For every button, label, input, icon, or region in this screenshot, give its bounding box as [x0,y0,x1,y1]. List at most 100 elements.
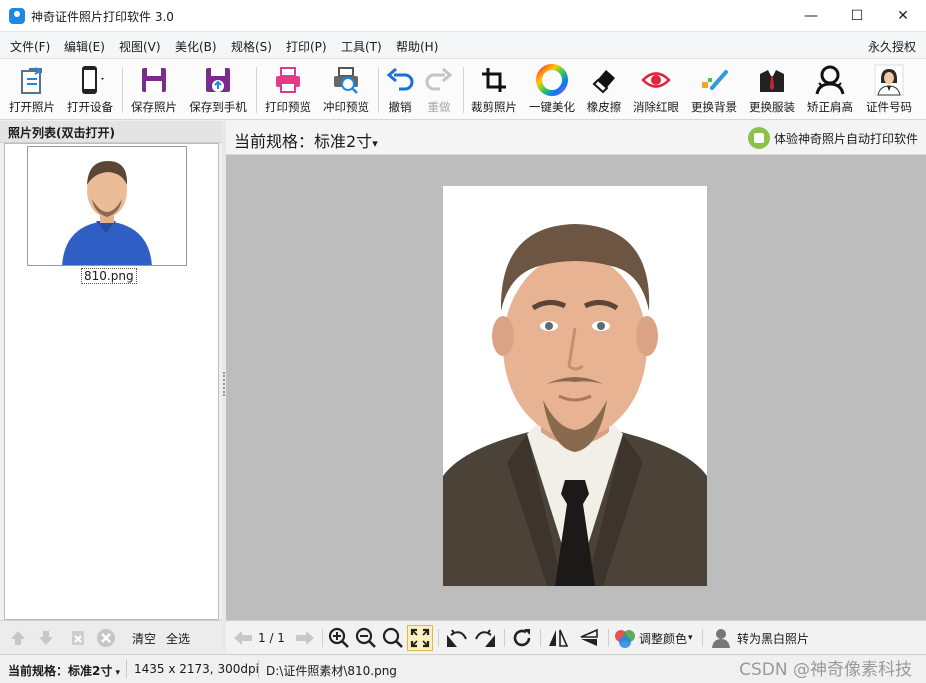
maximize-button[interactable]: ☐ [834,0,880,31]
menu-view[interactable]: 视图(V) [119,38,161,55]
print-preview-button[interactable]: 打印预览 [262,63,314,117]
photo-thumbnail[interactable] [27,146,187,266]
develop-preview-label: 冲印预览 [323,100,369,114]
open-device-label: 打开设备 [67,100,113,114]
remove-redeye-button[interactable]: 消除红眼 [630,63,682,117]
photo-list[interactable]: 810.png [4,143,219,620]
convert-to-bw-button[interactable]: 转为黑白照片 [710,627,809,649]
adjust-color-button[interactable]: 调整颜色 ▾ [614,627,693,649]
arrow-left-icon [234,631,252,645]
close-button[interactable]: ✕ [880,0,926,31]
open-device-button[interactable]: 打开设备 [64,63,116,117]
remove-circle-icon[interactable] [96,628,116,648]
title-bar: 神奇证件照片打印软件 3.0 — ☐ ✕ [0,0,926,32]
open-photo-icon [15,63,49,97]
print-preview-label: 打印预览 [265,100,311,114]
change-clothes-label: 更换服装 [749,100,795,114]
promo-link[interactable]: 体验神奇照片自动打印软件 [747,127,918,149]
menu-spec[interactable]: 规格(S) [231,38,272,55]
status-separator [258,660,259,678]
save-photo-button[interactable]: 保存照片 [128,63,180,117]
move-up-icon[interactable] [8,628,28,648]
flip-horizontal-button[interactable] [546,627,570,649]
next-page-button[interactable] [294,627,316,649]
toolbar-separator [540,629,541,647]
one-click-beautify-button[interactable]: 一键美化 [526,63,578,117]
photo-canvas[interactable] [226,155,926,620]
eraser-label: 橡皮擦 [586,100,622,114]
develop-preview-button[interactable]: 冲印预览 [320,63,372,117]
select-all-button[interactable]: 全选 [166,630,190,647]
redeye-label: 消除红眼 [633,100,679,114]
beautify-label: 一键美化 [529,100,575,114]
prev-page-button[interactable] [232,627,254,649]
redo-label: 重做 [427,100,451,114]
clear-list-button[interactable]: 清空 [132,630,156,647]
redo-button[interactable]: 重做 [421,63,457,117]
id-number-button[interactable]: 证件号码 [862,63,916,117]
refresh-button[interactable] [511,627,533,649]
undo-icon [383,63,417,97]
save-photo-label: 保存照片 [131,100,177,114]
toolbar-separator [608,629,609,647]
zoom-out-button[interactable] [355,627,377,649]
undo-button[interactable]: 撤销 [382,63,418,117]
flip-vertical-button[interactable] [578,627,600,649]
save-icon [137,63,171,97]
id-number-label: 证件号码 [866,100,912,114]
zoom-actual-button[interactable] [382,627,404,649]
license-link[interactable]: 永久授权 [868,38,916,55]
crop-label: 裁剪照片 [471,100,517,114]
menu-tools[interactable]: 工具(T) [341,38,382,55]
toolbar-separator [463,67,464,113]
save-to-phone-button[interactable]: 保存到手机 [186,63,250,117]
person-outline-icon [813,63,847,97]
suit-icon [755,63,789,97]
fix-shoulder-button[interactable]: 矫正肩高 [804,63,856,117]
status-spec-label: 当前规格： [8,664,69,678]
zoom-in-icon [328,627,349,648]
splitter-grip[interactable] [223,372,225,396]
portrait-icon [872,63,906,97]
fit-to-window-button[interactable] [407,625,433,651]
toolbar-separator [378,67,379,113]
refresh-icon [513,629,531,647]
minimize-button[interactable]: — [788,0,834,31]
photo-list-actions: 清空 全选 [0,620,222,654]
status-bar: 当前规格： 标准2寸 ▾ 1435 x 2173, 300dpi D:\证件照素… [0,654,926,683]
toolbar-separator [504,629,505,647]
image-dimensions: 1435 x 2173, 300dpi [134,662,259,676]
menu-help[interactable]: 帮助(H) [396,38,438,55]
rotate-left-button[interactable] [444,627,468,649]
id-photo-preview[interactable] [443,186,707,586]
watermark: CSDN @神奇像素科技 [739,660,912,680]
current-spec-selector[interactable]: 当前规格：标准2寸▾ [234,128,378,152]
menu-print[interactable]: 打印(P) [286,38,327,55]
page-indicator: 1 / 1 [258,631,285,645]
develop-preview-icon [329,63,363,97]
eraser-icon [587,63,621,97]
eraser-button[interactable]: 橡皮擦 [582,63,626,117]
change-background-button[interactable]: 更换背景 [688,63,740,117]
crop-photo-button[interactable]: 裁剪照片 [468,63,520,117]
change-clothes-button[interactable]: 更换服装 [746,63,798,117]
thumbnail-filename[interactable]: 810.png [81,268,137,284]
toolbar-separator [322,629,323,647]
menu-bar: 文件(F) 编辑(E) 视图(V) 美化(B) 规格(S) 打印(P) 工具(T… [0,32,926,58]
open-photo-button[interactable]: 打开照片 [6,63,58,117]
menu-file[interactable]: 文件(F) [10,38,50,55]
printer-icon [271,63,305,97]
menu-beautify[interactable]: 美化(B) [175,38,217,55]
move-down-icon[interactable] [36,628,56,648]
delete-file-icon[interactable] [68,628,88,648]
rotate-right-button[interactable] [474,627,498,649]
toolbar-separator [438,629,439,647]
promo-label: 体验神奇照片自动打印软件 [773,131,918,146]
redo-icon [422,63,456,97]
status-spec-selector[interactable]: 标准2寸 ▾ [68,662,120,679]
current-spec-label: 当前规格：标准2寸 [234,132,373,151]
undo-label: 撤销 [388,100,412,114]
menu-edit[interactable]: 编辑(E) [64,38,105,55]
zoom-in-button[interactable] [328,627,350,649]
crop-icon [477,63,511,97]
